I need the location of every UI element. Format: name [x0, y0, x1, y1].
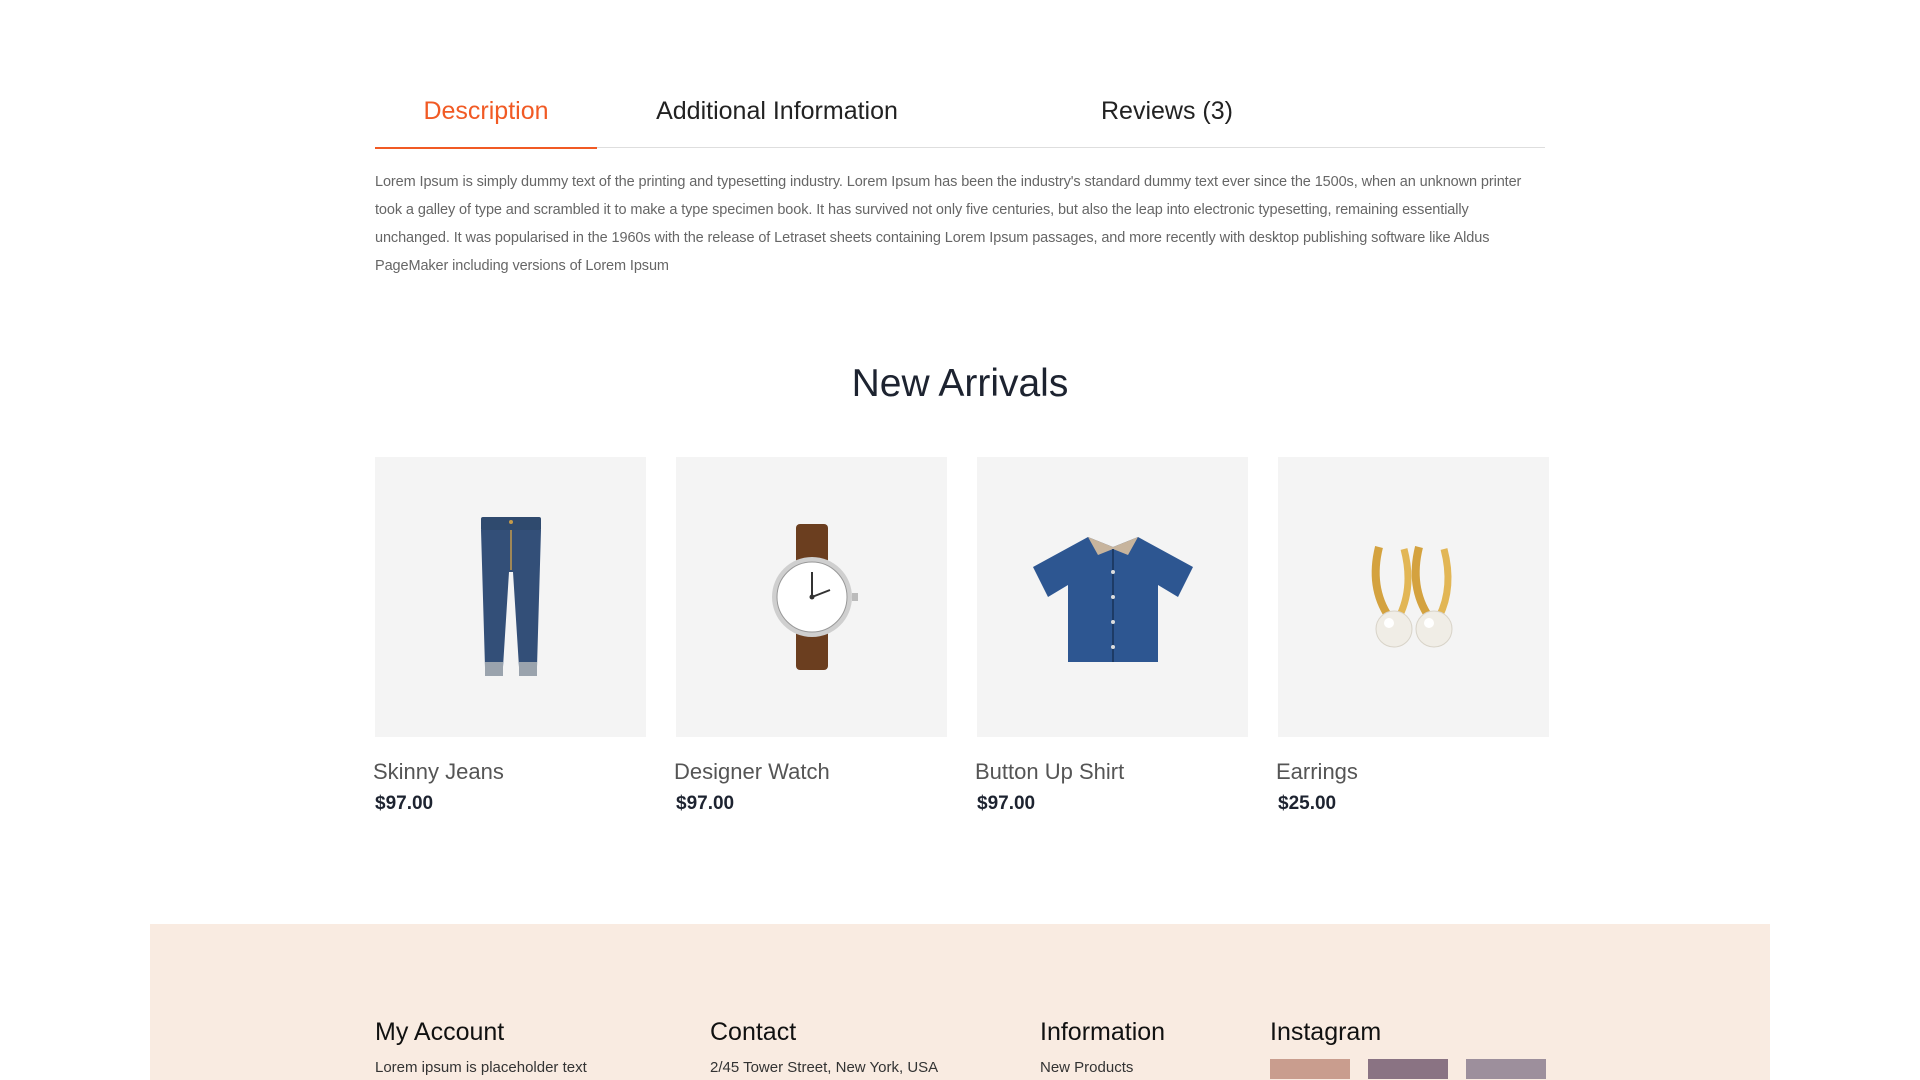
earrings-icon: [1371, 546, 1452, 648]
site-footer: My Account Lorem ipsum is placeholder te…: [150, 924, 1770, 1080]
shirt-icon: [1032, 537, 1193, 662]
product-card[interactable]: Skinny Jeans $97.00: [373, 457, 646, 815]
product-image[interactable]: [977, 457, 1248, 737]
product-price: $97.00: [676, 793, 735, 814]
footer-heading: Instagram: [1270, 1018, 1382, 1046]
product-card[interactable]: Designer Watch $97.00: [674, 457, 947, 815]
footer-contact: Contact 2/45 Tower Street, New York, USA: [710, 1018, 938, 1076]
instagram-thumbnail[interactable]: [1466, 1059, 1546, 1079]
instagram-thumbnail[interactable]: [1368, 1059, 1448, 1079]
product-name[interactable]: Button Up Shirt: [975, 759, 1248, 785]
product-name[interactable]: Skinny Jeans: [373, 759, 646, 785]
watch-icon: [771, 524, 858, 670]
tab-additional-information[interactable]: Additional Information: [597, 80, 957, 148]
product-image[interactable]: [676, 457, 947, 737]
tab-reviews[interactable]: Reviews (3): [957, 80, 1377, 148]
instagram-gallery: [1270, 1059, 1546, 1079]
footer-heading: My Account: [375, 1018, 505, 1046]
product-name[interactable]: Earrings: [1276, 759, 1549, 785]
product-tabs: Description Additional Information Revie…: [375, 80, 1545, 149]
footer-my-account: My Account Lorem ipsum is placeholder te…: [375, 1018, 587, 1076]
product-image[interactable]: [375, 457, 646, 737]
product-description: Lorem Ipsum is simply dummy text of the …: [375, 174, 1522, 274]
footer-information: Information New Products: [1040, 1018, 1165, 1076]
product-name[interactable]: Designer Watch: [674, 759, 947, 785]
product-card[interactable]: Earrings $25.00: [1276, 457, 1549, 815]
footer-heading: Information: [1040, 1018, 1166, 1046]
product-grid: Skinny Jeans $97.00 Designer Watch $97.0…: [373, 457, 1549, 815]
instagram-thumbnail[interactable]: [1270, 1059, 1350, 1079]
tab-description[interactable]: Description: [375, 80, 597, 149]
product-price: $97.00: [375, 793, 434, 814]
footer-text: Lorem ipsum is placeholder text: [375, 1059, 587, 1076]
new-arrivals-title: New Arrivals: [851, 362, 1069, 405]
product-price: $25.00: [1278, 793, 1337, 814]
product-price: $97.00: [977, 793, 1036, 814]
product-image[interactable]: [1278, 457, 1549, 737]
product-card[interactable]: Button Up Shirt $97.00: [975, 457, 1248, 815]
footer-address: 2/45 Tower Street, New York, USA: [710, 1059, 939, 1076]
footer-link-new-products[interactable]: New Products: [1040, 1059, 1165, 1076]
footer-heading: Contact: [710, 1018, 797, 1046]
footer-instagram: Instagram: [1270, 1018, 1546, 1079]
jeans-icon: [480, 517, 541, 676]
